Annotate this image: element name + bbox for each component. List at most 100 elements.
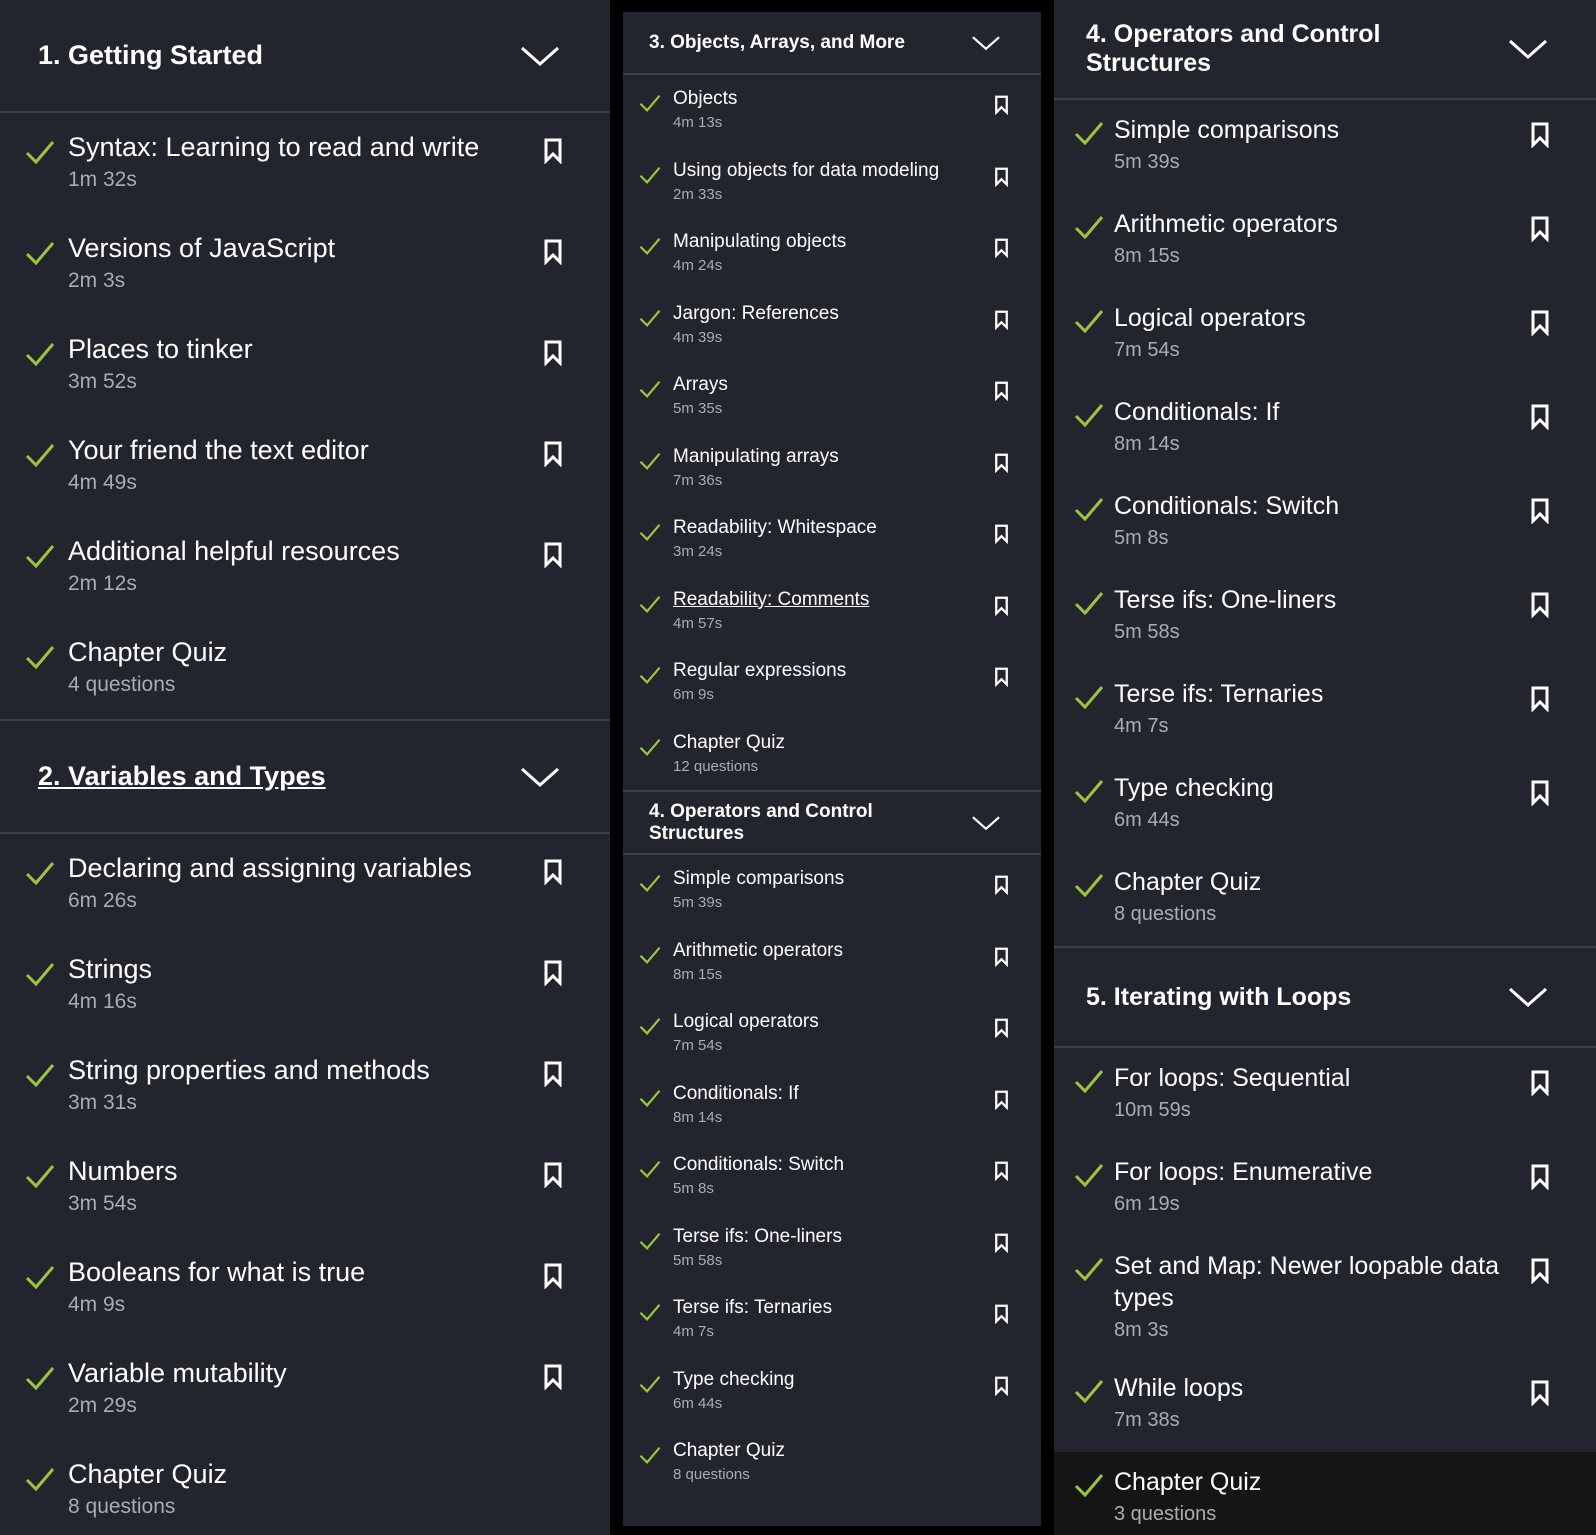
bookmark-icon[interactable] [994, 596, 1009, 616]
lesson-title[interactable]: Chapter Quiz [1114, 866, 1596, 898]
lesson-title[interactable]: Numbers [68, 1155, 610, 1188]
chapter-quiz-item[interactable]: Chapter Quiz 8 questions [1054, 852, 1596, 946]
bookmark-icon[interactable] [1530, 1258, 1550, 1284]
lesson-title[interactable]: Logical operators [1114, 302, 1596, 334]
lesson-title[interactable]: Manipulating objects [673, 230, 1041, 254]
bookmark-icon[interactable] [543, 1162, 563, 1188]
lesson-item[interactable]: Conditionals: If 8m 14s [623, 1070, 1041, 1142]
lesson-item[interactable]: Terse ifs: One-liners 5m 58s [1054, 570, 1596, 664]
bookmark-icon[interactable] [994, 524, 1009, 544]
lesson-item[interactable]: For loops: Sequential 10m 59s [1054, 1048, 1596, 1142]
lesson-item[interactable]: Strings 4m 16s [0, 935, 610, 1036]
lesson-title[interactable]: Logical operators [673, 1010, 1041, 1034]
lesson-title[interactable]: Arithmetic operators [1114, 208, 1596, 240]
lesson-item[interactable]: Set and Map: Newer loopable data types 8m… [1054, 1236, 1596, 1358]
lesson-title[interactable]: Syntax: Learning to read and write [68, 131, 610, 164]
lesson-item[interactable]: Your friend the text editor 4m 49s [0, 416, 610, 517]
lesson-item[interactable]: Logical operators 7m 54s [623, 998, 1041, 1070]
chapter-quiz-item[interactable]: Chapter Quiz 4 questions [0, 618, 610, 719]
lesson-title[interactable]: Set and Map: Newer loopable data types [1114, 1250, 1504, 1314]
lesson-item[interactable]: Variable mutability 2m 29s [0, 1339, 610, 1440]
lesson-item[interactable]: Objects 4m 13s [623, 75, 1041, 147]
lesson-title[interactable]: Arrays [673, 373, 1041, 397]
lesson-title[interactable]: Type checking [673, 1368, 1041, 1392]
lesson-title[interactable]: Readability: Comments [673, 588, 1041, 612]
lesson-title[interactable]: Conditionals: If [1114, 396, 1596, 428]
bookmark-icon[interactable] [994, 1090, 1009, 1110]
chevron-down-icon[interactable] [971, 35, 1001, 51]
lesson-item[interactable]: Simple comparisons 5m 39s [1054, 100, 1596, 194]
bookmark-icon[interactable] [994, 167, 1009, 187]
chapter-header[interactable]: 4. Operators and Control Structures [1054, 0, 1596, 100]
lesson-title[interactable]: Using objects for data modeling [673, 159, 1041, 183]
bookmark-icon[interactable] [994, 381, 1009, 401]
lesson-title[interactable]: Simple comparisons [673, 867, 1041, 891]
bookmark-icon[interactable] [1530, 1070, 1550, 1096]
lesson-item[interactable]: Declaring and assigning variables 6m 26s [0, 834, 610, 935]
bookmark-icon[interactable] [543, 441, 563, 467]
lesson-item[interactable]: Simple comparisons 5m 39s [623, 855, 1041, 927]
lesson-item[interactable]: String properties and methods 3m 31s [0, 1036, 610, 1137]
lesson-title[interactable]: While loops [1114, 1372, 1596, 1404]
bookmark-icon[interactable] [1530, 686, 1550, 712]
bookmark-icon[interactable] [1530, 498, 1550, 524]
lesson-title[interactable]: For loops: Sequential [1114, 1062, 1596, 1094]
bookmark-icon[interactable] [994, 667, 1009, 687]
lesson-title[interactable]: Strings [68, 953, 610, 986]
lesson-item[interactable]: Manipulating arrays 7m 36s [623, 433, 1041, 505]
bookmark-icon[interactable] [994, 1018, 1009, 1038]
bookmark-icon[interactable] [543, 542, 563, 568]
chevron-down-icon[interactable] [520, 45, 560, 67]
bookmark-icon[interactable] [543, 340, 563, 366]
lesson-item[interactable]: Conditionals: Switch 5m 8s [1054, 476, 1596, 570]
bookmark-icon[interactable] [543, 859, 563, 885]
lesson-item[interactable]: Readability: Comments 4m 57s [623, 576, 1041, 648]
chapter-quiz-item[interactable]: Chapter Quiz 8 questions [0, 1440, 610, 1535]
chevron-down-icon[interactable] [520, 766, 560, 788]
lesson-item[interactable]: While loops 7m 38s [1054, 1358, 1596, 1452]
bookmark-icon[interactable] [994, 875, 1009, 895]
bookmark-icon[interactable] [1530, 122, 1550, 148]
lesson-title[interactable]: Variable mutability [68, 1357, 610, 1390]
lesson-title[interactable]: Conditionals: Switch [1114, 490, 1596, 522]
lesson-title[interactable]: Conditionals: If [673, 1082, 1041, 1106]
bookmark-icon[interactable] [1530, 1380, 1550, 1406]
lesson-title[interactable]: Chapter Quiz [68, 636, 610, 669]
chapter-quiz-item[interactable]: Chapter Quiz 8 questions [623, 1427, 1041, 1499]
bookmark-icon[interactable] [994, 1376, 1009, 1396]
bookmark-icon[interactable] [543, 1263, 563, 1289]
bookmark-icon[interactable] [994, 1233, 1009, 1253]
lesson-item[interactable]: Versions of JavaScript 2m 3s [0, 214, 610, 315]
lesson-title[interactable]: Terse ifs: One-liners [673, 1225, 1041, 1249]
lesson-title[interactable]: Chapter Quiz [673, 731, 1041, 755]
bookmark-icon[interactable] [994, 947, 1009, 967]
chapter-header[interactable]: 3. Objects, Arrays, and More [623, 12, 1041, 75]
lesson-item[interactable]: Places to tinker 3m 52s [0, 315, 610, 416]
lesson-item[interactable]: Readability: Whitespace 3m 24s [623, 504, 1041, 576]
lesson-title[interactable]: Terse ifs: Ternaries [673, 1296, 1041, 1320]
bookmark-icon[interactable] [1530, 592, 1550, 618]
lesson-item[interactable]: Terse ifs: Ternaries 4m 7s [1054, 664, 1596, 758]
chevron-down-icon[interactable] [1508, 38, 1548, 60]
lesson-title[interactable]: Objects [673, 87, 1041, 111]
lesson-item[interactable]: For loops: Enumerative 6m 19s [1054, 1142, 1596, 1236]
lesson-item[interactable]: Logical operators 7m 54s [1054, 288, 1596, 382]
chapter-header[interactable]: 1. Getting Started [0, 0, 610, 113]
lesson-item[interactable]: Using objects for data modeling 2m 33s [623, 147, 1041, 219]
lesson-title[interactable]: Chapter Quiz [1114, 1466, 1596, 1498]
lesson-title[interactable]: Places to tinker [68, 333, 610, 366]
lesson-title[interactable]: Regular expressions [673, 659, 1041, 683]
bookmark-icon[interactable] [1530, 1164, 1550, 1190]
bookmark-icon[interactable] [994, 238, 1009, 258]
lesson-item[interactable]: Regular expressions 6m 9s [623, 647, 1041, 719]
chapter-header[interactable]: 4. Operators and Control Structures [623, 792, 1041, 855]
bookmark-icon[interactable] [1530, 404, 1550, 430]
lesson-title[interactable]: Additional helpful resources [68, 535, 610, 568]
lesson-title[interactable]: Type checking [1114, 772, 1596, 804]
lesson-title[interactable]: Declaring and assigning variables [68, 852, 610, 885]
lesson-title[interactable]: Conditionals: Switch [673, 1153, 1041, 1177]
lesson-item[interactable]: Jargon: References 4m 39s [623, 290, 1041, 362]
chevron-down-icon[interactable] [971, 815, 1001, 831]
chapter-header[interactable]: 2. Variables and Types [0, 721, 610, 834]
bookmark-icon[interactable] [543, 239, 563, 265]
